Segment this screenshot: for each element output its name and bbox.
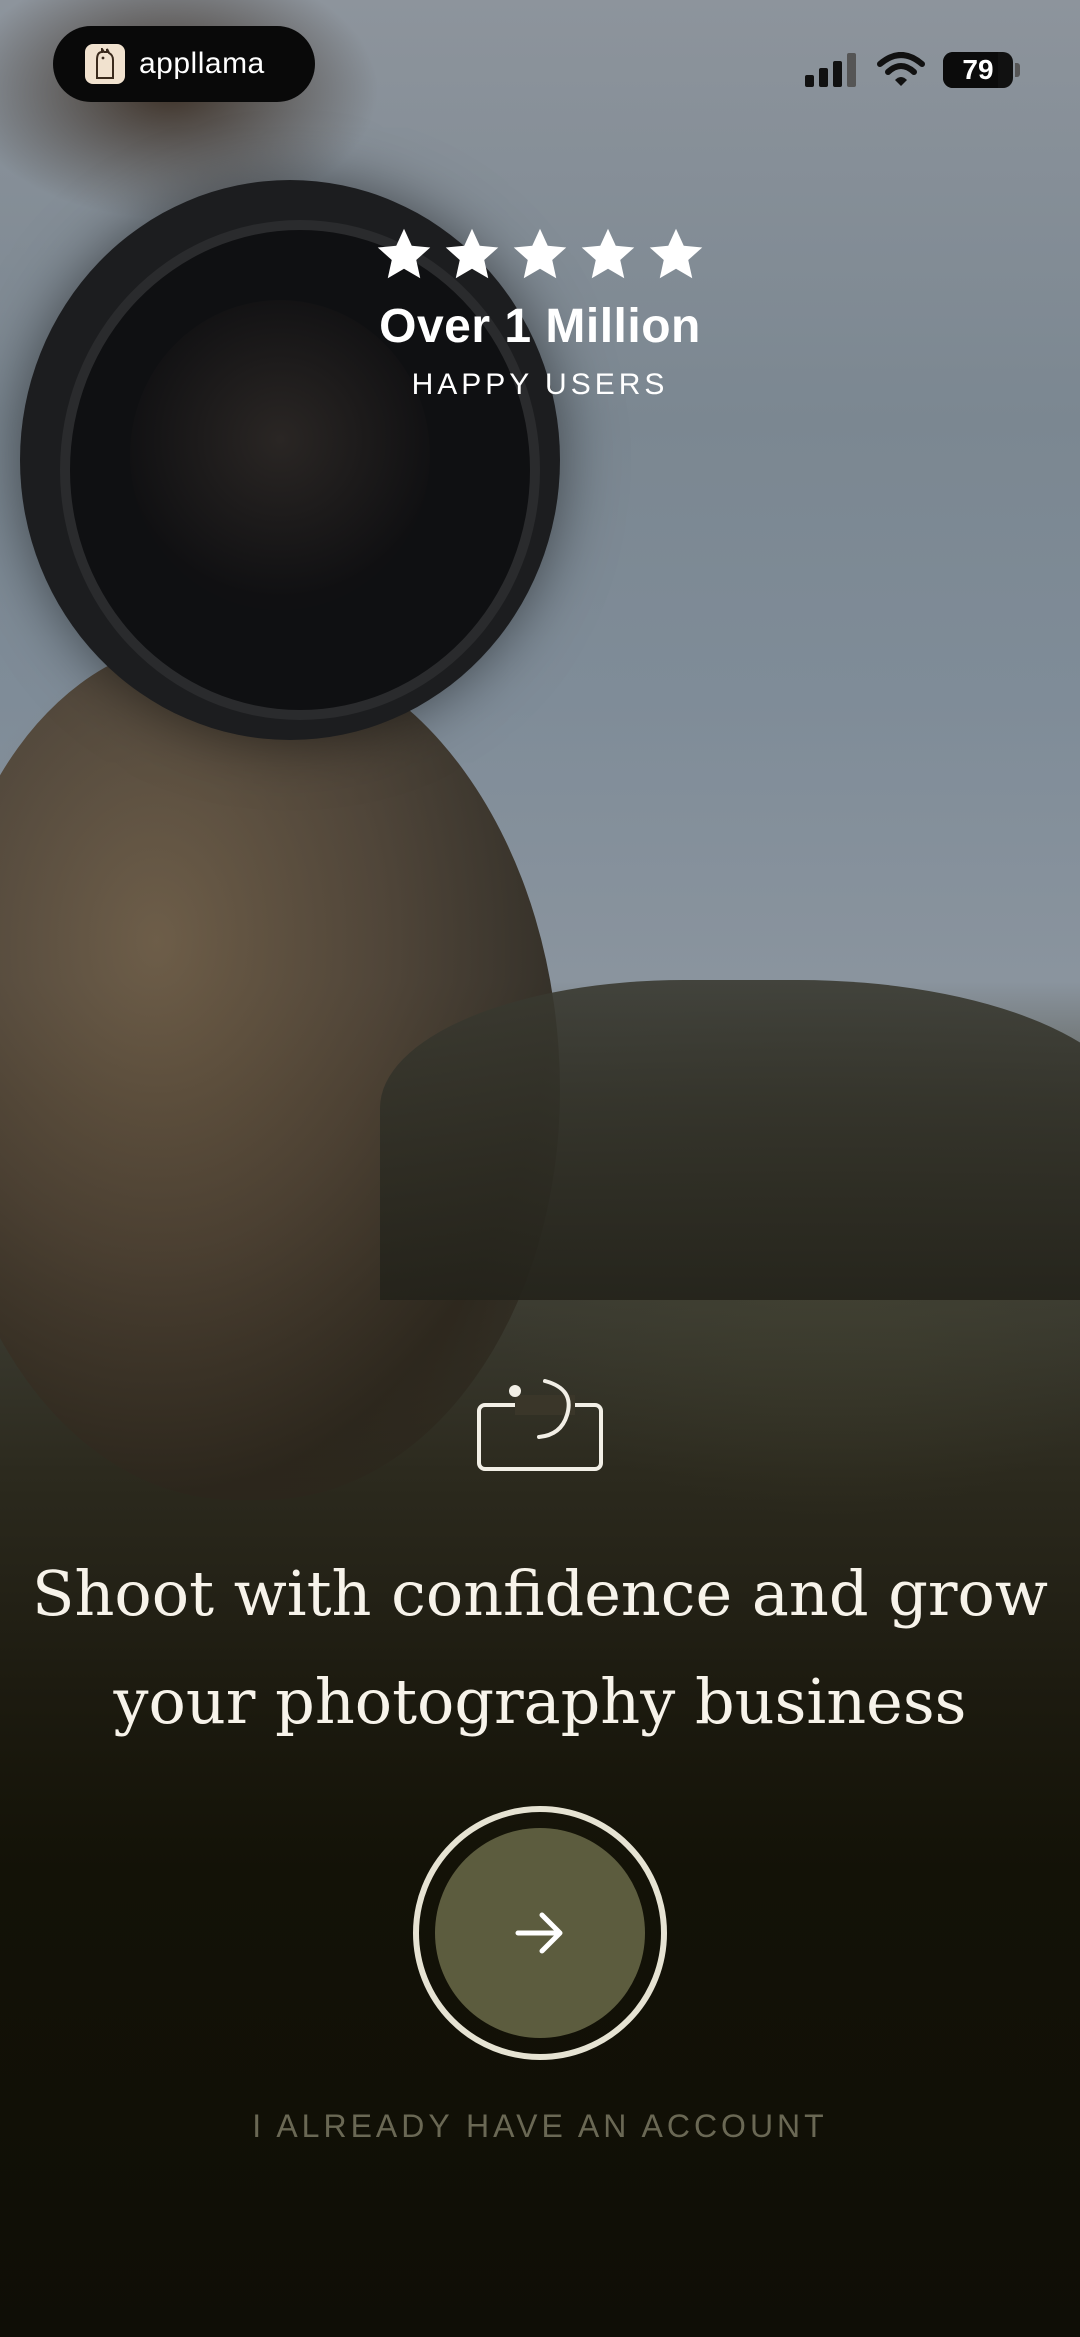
rating-subline: HAPPY USERS bbox=[411, 368, 669, 401]
tagline-line-2: your photography business bbox=[113, 1665, 967, 1738]
battery-percent: 79 bbox=[962, 54, 994, 85]
star-icon bbox=[445, 228, 499, 279]
star-icon bbox=[513, 228, 567, 279]
star-icon bbox=[581, 228, 635, 279]
tagline-line-1: Shoot with confidence and grow bbox=[32, 1557, 1048, 1630]
cellular-signal-icon bbox=[805, 53, 856, 87]
star-icon bbox=[649, 228, 703, 279]
camera-sunrise-icon bbox=[477, 1379, 603, 1471]
status-icons: 79 bbox=[805, 48, 1020, 92]
rating-headline: Over 1 Million bbox=[379, 300, 701, 353]
tagline: Shoot with confidence and grow your phot… bbox=[30, 1540, 1050, 1756]
star-icon bbox=[377, 228, 431, 279]
rating-block: Over 1 Million HAPPY USERS bbox=[0, 225, 1080, 402]
background-photo-hills bbox=[380, 980, 1080, 1300]
next-button-fill bbox=[435, 1828, 645, 2038]
llama-logo-icon bbox=[85, 44, 125, 84]
star-rating bbox=[0, 225, 1080, 285]
next-button[interactable] bbox=[413, 1806, 667, 2060]
battery-cap bbox=[1015, 63, 1020, 77]
screen: appllama 79 Over 1 Million HAPPY USERS S… bbox=[0, 0, 1080, 2337]
brand-pill: appllama bbox=[53, 26, 315, 102]
login-link[interactable]: I ALREADY HAVE AN ACCOUNT bbox=[0, 2108, 1080, 2145]
wifi-icon bbox=[877, 52, 925, 86]
brand-name: appllama bbox=[139, 47, 265, 80]
battery-indicator: 79 bbox=[943, 52, 1013, 88]
arrow-right-icon bbox=[515, 1912, 563, 1954]
